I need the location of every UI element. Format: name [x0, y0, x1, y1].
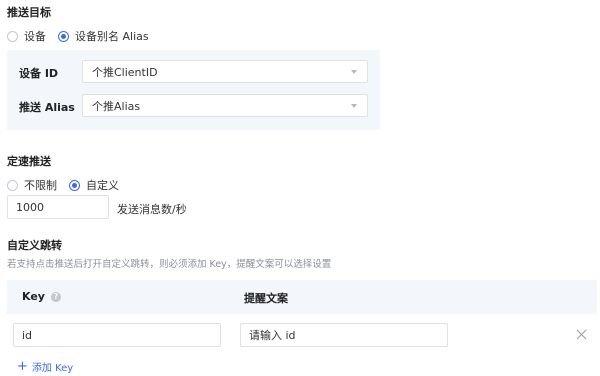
- add-key-label: 添加 Key: [31, 363, 74, 374]
- key-column-label: Key: [22, 290, 45, 303]
- radio-custom-circle[interactable]: [69, 179, 80, 191]
- radio-alias-label: 设备别名 Alias: [75, 30, 149, 43]
- reminder-text-input[interactable]: 请输入 id: [240, 323, 448, 347]
- chevron-down-icon: [351, 104, 357, 108]
- key-input[interactable]: id: [13, 323, 221, 347]
- text-column-label: 提醒文案: [244, 292, 288, 305]
- custom-jump-title: 自定义跳转: [7, 239, 62, 252]
- radio-unlimited-label: 不限制: [24, 179, 57, 192]
- custom-jump-hint: 若支持点击推送后打开自定义跳转，则必须添加 Key，提醒文案可以选择设置: [7, 259, 332, 270]
- help-icon[interactable]: ?: [50, 291, 61, 302]
- push-target-panel: 设备 ID 个推ClientID 推送 Alias 个推Alias: [7, 50, 380, 130]
- radio-alias[interactable]: 设备别名 Alias: [58, 28, 149, 44]
- radio-device[interactable]: 设备: [7, 28, 46, 44]
- key-column-header: Key ?: [22, 290, 61, 303]
- rate-push-title: 定速推送: [7, 155, 51, 168]
- device-id-label: 设备 ID: [19, 67, 59, 80]
- rate-input-value: 1000: [16, 200, 44, 214]
- radio-custom[interactable]: 自定义: [69, 177, 119, 193]
- alias-value: 个推Alias: [92, 99, 141, 113]
- plus-icon: +: [17, 359, 28, 374]
- rate-push-radio-group: 不限制 自定义: [7, 177, 131, 193]
- radio-unlimited[interactable]: 不限制: [7, 177, 57, 193]
- rate-unit-label: 发送消息数/秒: [117, 203, 187, 216]
- close-icon[interactable]: [576, 329, 588, 341]
- radio-device-circle[interactable]: [7, 30, 18, 42]
- alias-label: 推送 Alias: [19, 101, 75, 114]
- push-target-title: 推送目标: [7, 6, 51, 19]
- reminder-text-placeholder: 请输入 id: [249, 329, 296, 342]
- text-column-header: 提醒文案: [244, 290, 288, 306]
- key-input-value: id: [22, 328, 33, 342]
- device-id-value: 个推ClientID: [92, 65, 158, 79]
- radio-alias-circle[interactable]: [58, 30, 69, 42]
- device-id-row: 设备 ID 个推ClientID: [7, 60, 380, 83]
- radio-device-label: 设备: [24, 30, 46, 43]
- push-target-radio-group: 设备 设备别名 Alias: [7, 28, 161, 44]
- rate-input[interactable]: 1000: [7, 195, 109, 219]
- alias-row: 推送 Alias 个推Alias: [7, 94, 380, 117]
- radio-unlimited-circle[interactable]: [7, 179, 18, 191]
- device-id-select[interactable]: 个推ClientID: [82, 60, 368, 83]
- key-table-header: Key ? 提醒文案: [7, 280, 597, 314]
- add-key-button[interactable]: + 添加 Key: [17, 359, 73, 374]
- radio-custom-label: 自定义: [86, 179, 119, 192]
- alias-select[interactable]: 个推Alias: [82, 94, 368, 117]
- chevron-down-icon: [351, 70, 357, 74]
